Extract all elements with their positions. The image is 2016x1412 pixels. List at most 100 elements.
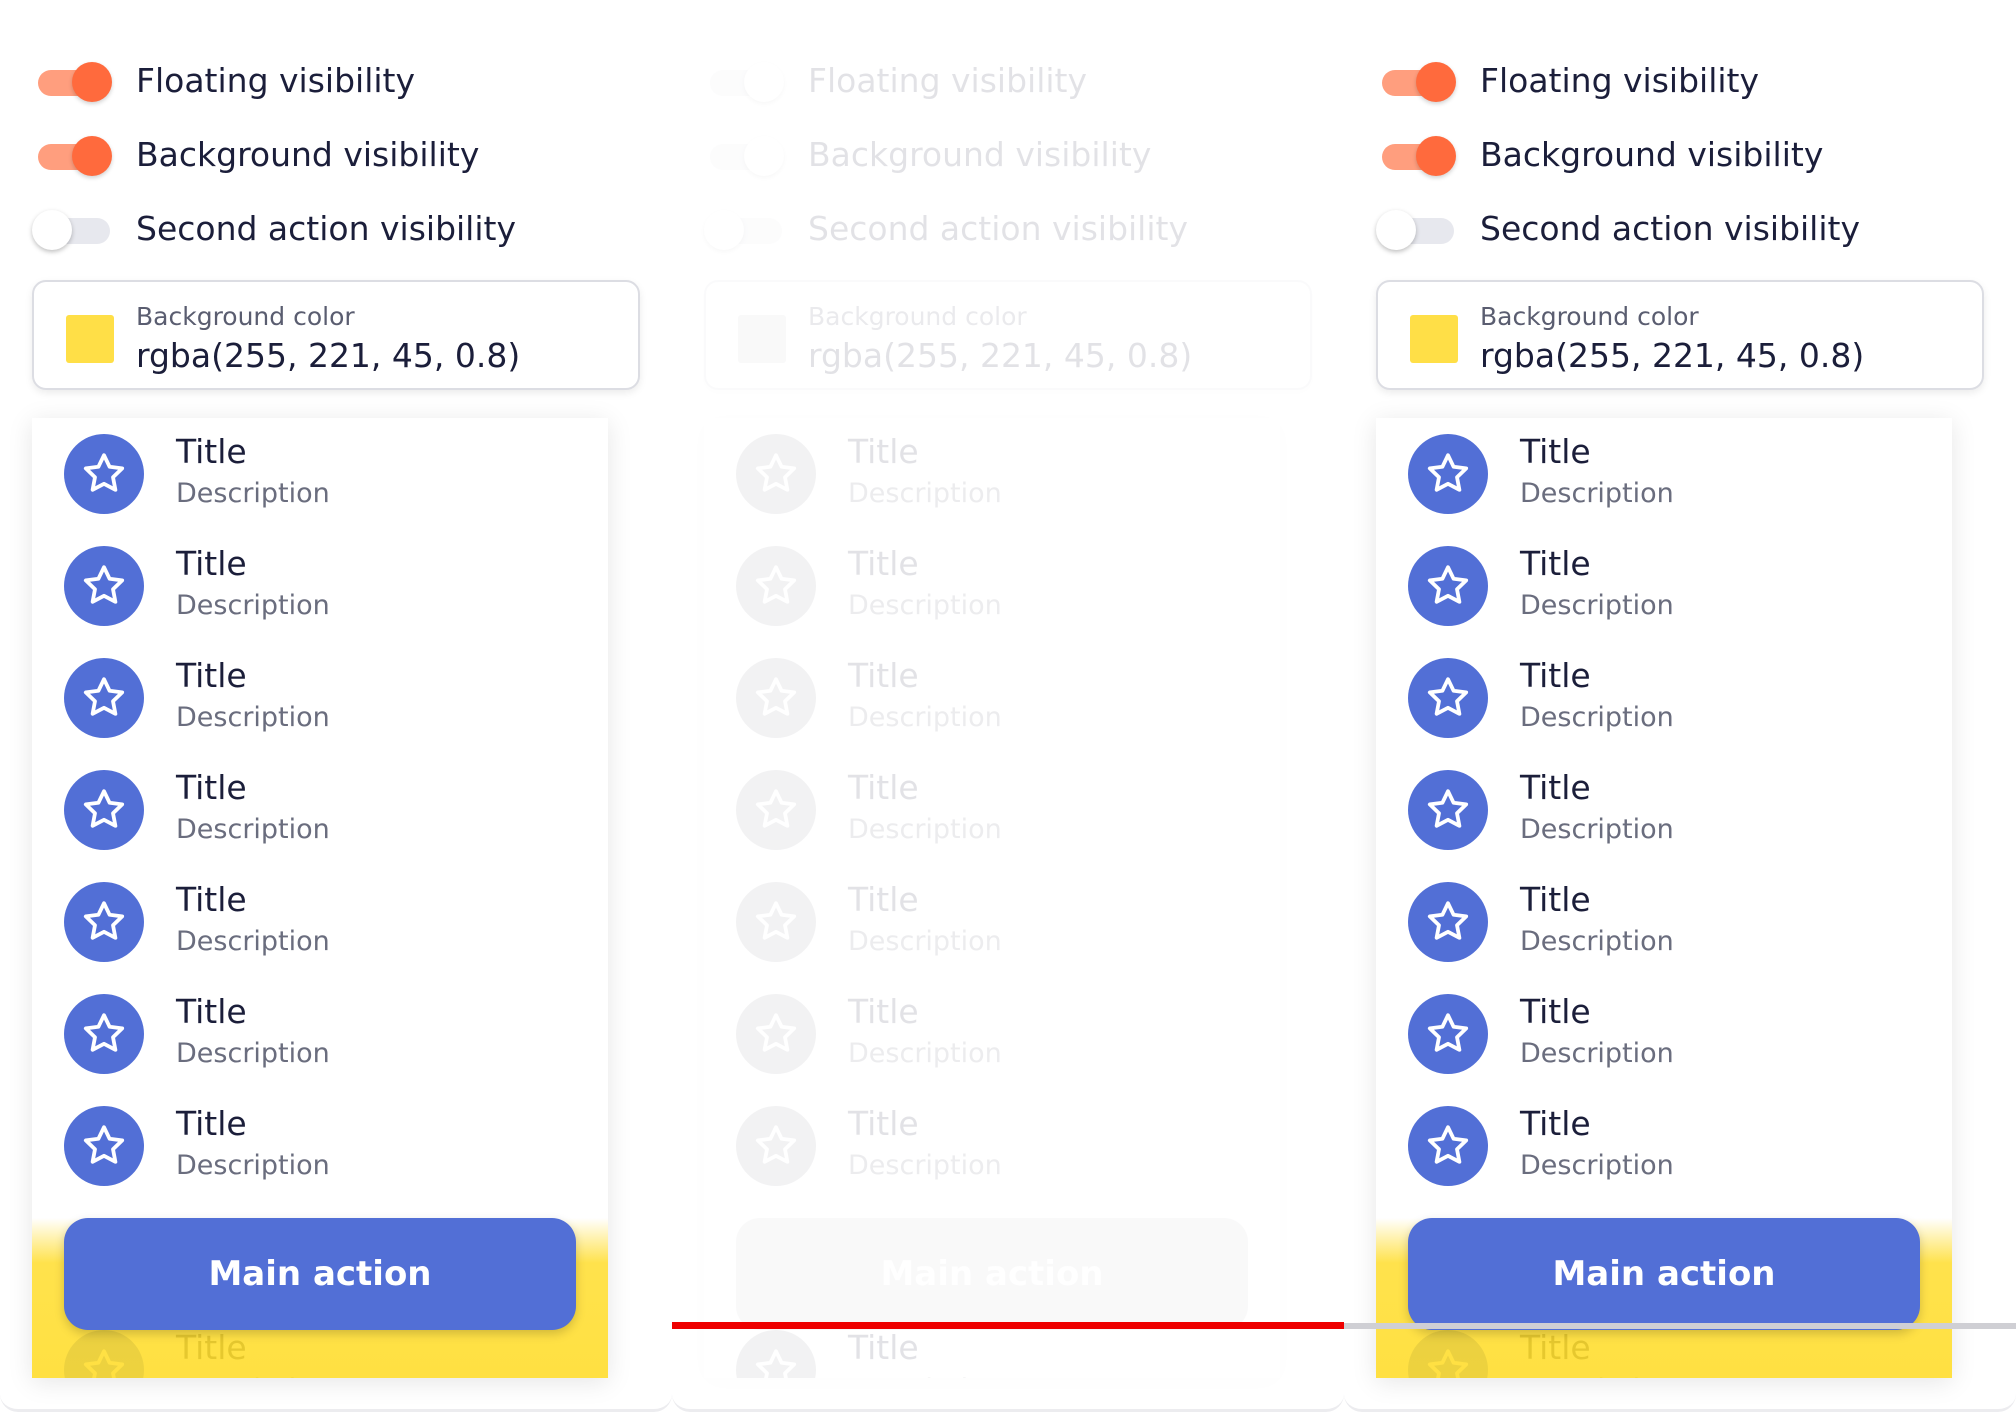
list-item[interactable]: Title Description xyxy=(1376,866,1952,978)
toggle-row-floating-visibility: Floating visibility xyxy=(704,50,1087,110)
item-description: Description xyxy=(176,478,330,509)
item-title: Title xyxy=(848,432,919,471)
list-item[interactable]: Title Description xyxy=(32,866,608,978)
star-icon xyxy=(64,1106,144,1186)
item-title: Title xyxy=(848,656,919,695)
list-item[interactable]: Title Description xyxy=(32,754,608,866)
star-icon xyxy=(736,1106,816,1186)
item-description: Description xyxy=(176,702,330,733)
demo-panel-2: Floating visibility Background visibilit… xyxy=(672,0,1344,1412)
toggle-row-background-visibility[interactable]: Background visibility xyxy=(1376,124,1823,184)
main-action-button[interactable]: Main action xyxy=(1408,1218,1920,1330)
star-icon xyxy=(64,770,144,850)
background-visibility-switch[interactable] xyxy=(32,134,112,176)
list-item: Title Description xyxy=(704,530,1280,642)
item-description: Description xyxy=(848,1038,1002,1069)
star-icon xyxy=(1408,434,1488,514)
item-description: Description xyxy=(176,590,330,621)
color-swatch[interactable] xyxy=(1410,315,1458,363)
star-icon xyxy=(64,658,144,738)
item-description: Description xyxy=(1520,1038,1674,1069)
color-field-label: Background color xyxy=(136,302,355,331)
item-title: Title xyxy=(176,880,247,919)
list-item[interactable]: Title Description xyxy=(32,642,608,754)
toggle-label: Floating visibility xyxy=(1480,60,1760,100)
floating-visibility-switch[interactable] xyxy=(1376,60,1456,102)
star-icon xyxy=(736,546,816,626)
item-title: Title xyxy=(848,544,919,583)
star-icon xyxy=(1408,882,1488,962)
toggle-label: Second action visibility xyxy=(136,208,516,248)
main-action-button: Main action xyxy=(736,1218,1248,1330)
item-title: Title xyxy=(1520,880,1591,919)
list-item: Title Description xyxy=(704,754,1280,866)
background-color-field[interactable]: Background color rgba(255, 221, 45, 0.8) xyxy=(32,280,640,390)
item-title: Title xyxy=(848,768,919,807)
item-title: Title xyxy=(176,544,247,583)
red-indicator-line xyxy=(672,1322,1344,1329)
item-title: Title xyxy=(1520,992,1591,1031)
toggle-label: Second action visibility xyxy=(1480,208,1860,248)
item-title: Title xyxy=(176,432,247,471)
star-icon xyxy=(1408,658,1488,738)
second-action-visibility-switch[interactable] xyxy=(32,208,112,250)
list-item[interactable]: Title Description xyxy=(32,978,608,1090)
list-item[interactable]: Title Description xyxy=(32,418,608,530)
item-title: Title xyxy=(848,992,919,1031)
toggle-row-floating-visibility[interactable]: Floating visibility xyxy=(1376,50,1759,110)
list-item[interactable]: Title Description xyxy=(32,1090,608,1202)
toggle-row-background-visibility[interactable]: Background visibility xyxy=(32,124,479,184)
toggle-label: Background visibility xyxy=(808,134,1152,174)
star-icon xyxy=(64,546,144,626)
background-color-field[interactable]: Background color rgba(255, 221, 45, 0.8) xyxy=(1376,280,1984,390)
star-icon xyxy=(64,434,144,514)
list-item[interactable]: Title Description xyxy=(1376,1090,1952,1202)
toggle-label: Background visibility xyxy=(136,134,480,174)
item-description: Description xyxy=(176,1038,330,1069)
item-description: Description xyxy=(848,590,1002,621)
item-title: Title xyxy=(848,880,919,919)
second-action-visibility-switch xyxy=(704,208,784,250)
toggle-row-background-visibility: Background visibility xyxy=(704,124,1151,184)
star-icon xyxy=(1408,546,1488,626)
demo-panel-1: Floating visibility Background visibilit… xyxy=(0,0,672,1412)
list-item[interactable]: Title Description xyxy=(1376,530,1952,642)
star-icon xyxy=(736,770,816,850)
item-description: Description xyxy=(176,814,330,845)
color-swatch[interactable] xyxy=(66,315,114,363)
panel-frame xyxy=(0,1372,672,1412)
toggle-label: Floating visibility xyxy=(136,60,416,100)
item-description: Description xyxy=(1520,478,1674,509)
star-icon xyxy=(736,1330,816,1378)
star-icon xyxy=(64,882,144,962)
star-icon xyxy=(1408,770,1488,850)
item-description: Description xyxy=(848,814,1002,845)
list-item[interactable]: Title Description xyxy=(32,530,608,642)
floating-visibility-switch xyxy=(704,60,784,102)
floating-visibility-switch[interactable] xyxy=(32,60,112,102)
star-icon xyxy=(736,882,816,962)
item-description: Description xyxy=(848,478,1002,509)
star-icon xyxy=(736,434,816,514)
item-description: Description xyxy=(176,926,330,957)
panel-frame xyxy=(1344,1372,2016,1412)
background-visibility-switch[interactable] xyxy=(1376,134,1456,176)
list-item[interactable]: Title Description xyxy=(1376,642,1952,754)
item-description: Description xyxy=(1520,814,1674,845)
panel-frame xyxy=(672,1372,1344,1412)
main-action-button[interactable]: Main action xyxy=(64,1218,576,1330)
list-item[interactable]: Title Description xyxy=(1376,418,1952,530)
color-swatch xyxy=(738,315,786,363)
list-card: Title Description Title Description Titl… xyxy=(1376,418,1952,1378)
toggle-row-second-action-visibility[interactable]: Second action visibility xyxy=(1376,198,1860,258)
list-item[interactable]: Title Description xyxy=(1376,754,1952,866)
second-action-visibility-switch[interactable] xyxy=(1376,208,1456,250)
background-color-field: Background color rgba(255, 221, 45, 0.8) xyxy=(704,280,1312,390)
list-item[interactable]: Title Description xyxy=(1376,978,1952,1090)
item-description: Description xyxy=(1520,702,1674,733)
toggle-row-second-action-visibility[interactable]: Second action visibility xyxy=(32,198,516,258)
item-description: Description xyxy=(1520,590,1674,621)
color-field-label: Background color xyxy=(808,302,1027,331)
toggle-row-floating-visibility[interactable]: Floating visibility xyxy=(32,50,415,110)
item-title: Title xyxy=(848,1104,919,1143)
